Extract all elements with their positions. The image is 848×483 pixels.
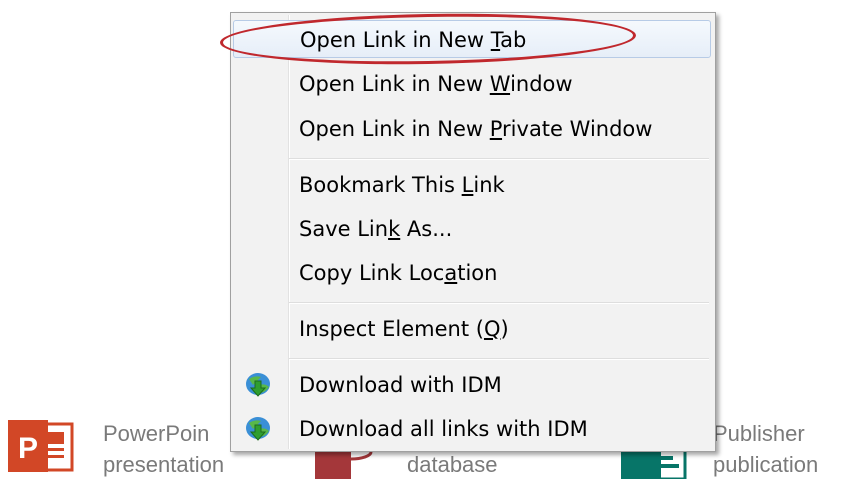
menu-item-inspect-element[interactable]: Inspect Element (Q) <box>233 310 711 348</box>
menu-item-copy-link-location[interactable]: Copy Link Location <box>233 254 711 292</box>
menu-item-open-link-new-tab[interactable]: Open Link in New Tab <box>233 20 711 58</box>
idm-download-icon <box>243 371 273 399</box>
access-label: database <box>407 449 498 480</box>
menu-item-label: Download with IDM <box>299 373 502 397</box>
menu-item-label: Open Link in New Tab <box>300 28 527 52</box>
menu-item-download-all-links-idm[interactable]: Download all links with IDM <box>233 410 711 448</box>
menu-item-label: Copy Link Location <box>299 261 498 285</box>
powerpoint-label-line2: presentation <box>103 452 225 477</box>
publisher-label-line2: publication <box>713 452 819 477</box>
menu-separator <box>289 158 709 160</box>
powerpoint-label: PowerPoin presentation <box>103 418 224 480</box>
menu-item-label: Save Link As... <box>299 217 453 241</box>
menu-item-label: Download all links with IDM <box>299 417 588 441</box>
menu-item-save-link-as[interactable]: Save Link As... <box>233 210 711 248</box>
idm-download-icon <box>243 415 273 443</box>
access-label-line2: database <box>407 452 498 477</box>
powerpoint-icon: P <box>6 418 74 474</box>
menu-item-label: Open Link in New Private Window <box>299 117 653 141</box>
menu-item-bookmark-link[interactable]: Bookmark This Link <box>233 166 711 204</box>
menu-separator <box>289 358 709 360</box>
menu-item-download-with-idm[interactable]: Download with IDM <box>233 366 711 404</box>
powerpoint-label-line1: PowerPoin <box>103 421 210 446</box>
menu-item-label: Open Link in New Window <box>299 72 573 96</box>
menu-item-label: Bookmark This Link <box>299 173 505 197</box>
svg-text:P: P <box>18 432 38 465</box>
publisher-label-line1: Publisher <box>713 421 805 446</box>
menu-item-label: Inspect Element (Q) <box>299 317 509 341</box>
menu-item-open-link-new-window[interactable]: Open Link in New Window <box>233 65 711 103</box>
context-menu: Open Link in New Tab Open Link in New Wi… <box>230 12 716 452</box>
publisher-label: Publisher publication <box>713 418 818 480</box>
menu-item-open-link-private-window[interactable]: Open Link in New Private Window <box>233 110 711 148</box>
menu-separator <box>289 302 709 304</box>
